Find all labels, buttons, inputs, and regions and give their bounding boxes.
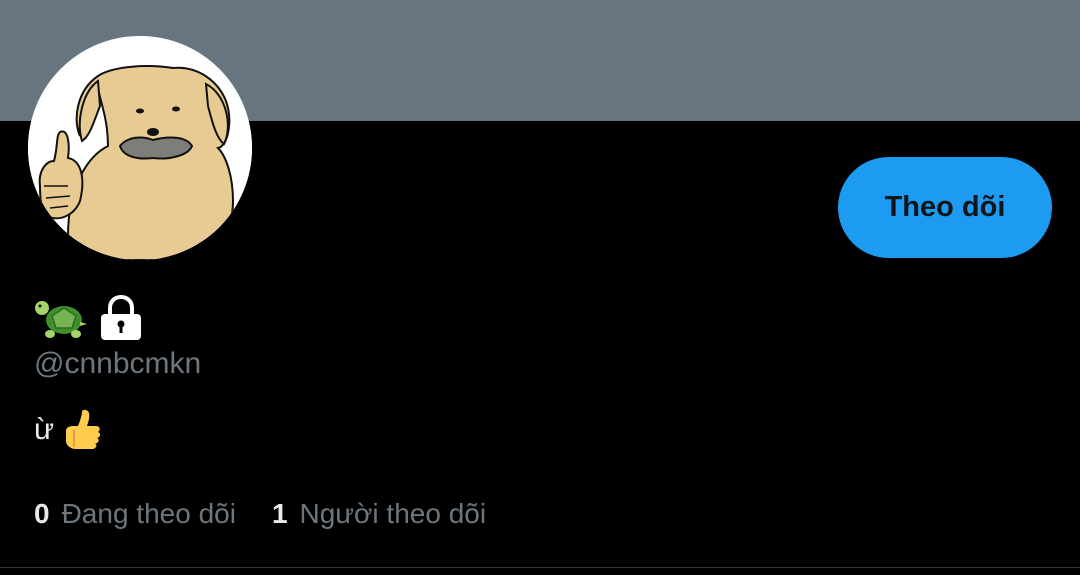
turtle-emoji-icon (34, 294, 88, 342)
following-count: 0 (34, 498, 50, 529)
display-name (34, 292, 144, 344)
following-stat[interactable]: 0 Đang theo dõi (34, 498, 236, 530)
profile-handle: @cnnbcmkn (34, 347, 202, 380)
follow-button[interactable]: Theo dõi (838, 157, 1052, 258)
profile-bio: ừ (34, 408, 102, 452)
followers-label: Người theo dõi (299, 498, 487, 529)
followers-stat[interactable]: 1 Người theo dõi (272, 498, 486, 530)
bio-text: ừ (34, 413, 55, 446)
following-label: Đang theo dõi (61, 498, 236, 529)
divider (0, 567, 1080, 568)
avatar[interactable] (28, 36, 252, 260)
followers-count: 1 (271, 498, 288, 529)
follow-stats: 0 Đang theo dõi 1 Người theo dõi (34, 494, 522, 534)
dog-thumbs-up-avatar-icon (28, 36, 252, 260)
thumbs-up-emoji-icon (62, 409, 102, 451)
lock-icon (98, 294, 144, 342)
profile-page: Theo dõi @cnnbcmkn ừ 0 Đang theo dõi 1 N… (0, 0, 1080, 575)
avatar-frame (28, 36, 252, 260)
